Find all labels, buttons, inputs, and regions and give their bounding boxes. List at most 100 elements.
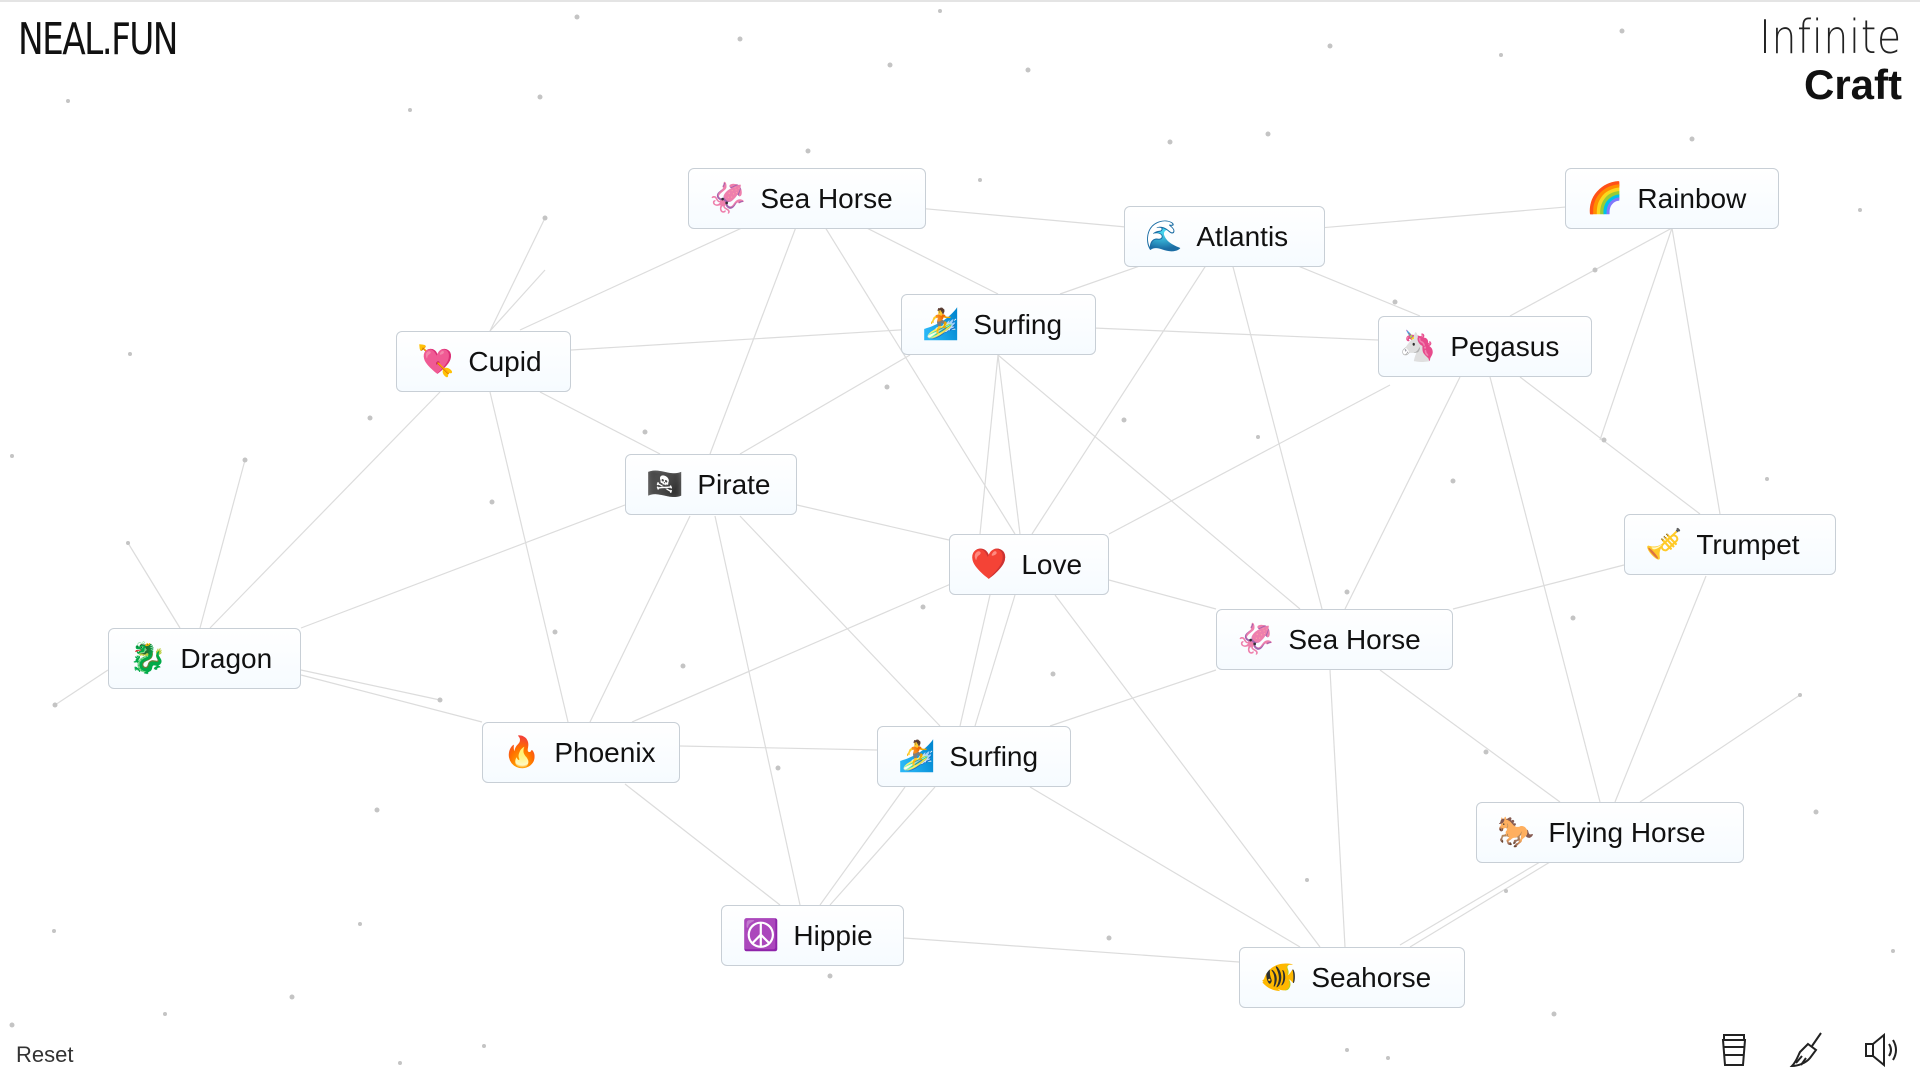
- dot: [1106, 935, 1112, 941]
- horse-icon: 🐎: [1497, 815, 1535, 849]
- dot: [10, 454, 14, 458]
- connection-line: [1409, 861, 1551, 948]
- connection-line: [997, 354, 1021, 535]
- connection-line: [1519, 376, 1701, 515]
- dot: [367, 415, 373, 421]
- reset-button[interactable]: Reset: [16, 1042, 73, 1068]
- dot: [542, 215, 548, 221]
- element-label: Pegasus: [1450, 330, 1560, 362]
- dot: [1765, 477, 1769, 481]
- connection-line: [974, 594, 1016, 727]
- element-label: Sea Horse: [1288, 623, 1421, 655]
- dot: [1858, 208, 1862, 212]
- broom-icon[interactable]: [1788, 1030, 1828, 1070]
- connection-line: [589, 515, 691, 723]
- connection-line: [54, 669, 109, 706]
- connection-line: [1224, 235, 1323, 610]
- connection-line: [1614, 575, 1707, 803]
- element-label: Trumpet: [1696, 528, 1800, 560]
- element-label: Surfing: [949, 740, 1039, 772]
- dot: [1619, 28, 1625, 34]
- element-tile-sea-horse[interactable]: 🦑 Sea Horse: [1216, 609, 1453, 670]
- neal-fun-logo[interactable]: NEAL.FUN: [18, 14, 178, 65]
- pirate-flag-icon: 🏴‍☠️: [646, 467, 684, 501]
- dot: [163, 1012, 167, 1016]
- dot: [920, 604, 926, 610]
- element-tile-rainbow[interactable]: 🌈 Rainbow: [1565, 168, 1779, 229]
- element-tile-surfing[interactable]: 🏄 Surfing: [877, 726, 1071, 787]
- dot: [52, 702, 58, 708]
- speaker-icon[interactable]: [1862, 1030, 1902, 1070]
- dot: [126, 541, 130, 545]
- connection-line: [127, 542, 181, 629]
- dot: [1798, 693, 1802, 697]
- element-tile-seahorse[interactable]: 🐠 Seahorse: [1239, 947, 1465, 1008]
- connection-line: [1671, 227, 1721, 515]
- title-line-infinite: Infinite: [1759, 10, 1902, 64]
- dot: [1601, 437, 1607, 443]
- connection-line: [1329, 669, 1346, 948]
- dot: [537, 94, 543, 100]
- fish-icon: 🐠: [1260, 960, 1298, 994]
- connection-line: [739, 515, 941, 727]
- dot: [289, 994, 295, 1000]
- dot: [242, 457, 248, 463]
- connection-line: [631, 579, 961, 723]
- element-label: Surfing: [973, 308, 1063, 340]
- element-tile-pegasus[interactable]: 🦄 Pegasus: [1378, 316, 1592, 377]
- connection-line: [300, 674, 483, 723]
- heart-arrow-icon: 💘: [417, 344, 455, 378]
- element-tile-hippie[interactable]: ☮️ Hippie: [721, 905, 904, 966]
- dot: [358, 922, 362, 926]
- dot: [489, 499, 495, 505]
- dot: [1483, 749, 1489, 755]
- connection-line: [1108, 384, 1391, 535]
- element-tile-love[interactable]: ❤️ Love: [949, 534, 1109, 595]
- connection-line: [796, 504, 950, 541]
- connection-line: [300, 504, 626, 629]
- surfer-icon: 🏄: [922, 307, 960, 341]
- dot: [1265, 131, 1271, 137]
- dot: [1499, 53, 1503, 57]
- coffee-cup-icon[interactable]: [1714, 1030, 1754, 1070]
- element-tile-phoenix[interactable]: 🔥 Phoenix: [482, 722, 680, 783]
- element-tile-cupid[interactable]: 💘 Cupid: [396, 331, 571, 392]
- element-tile-sea-horse[interactable]: 🦑 Sea Horse: [688, 168, 926, 229]
- dot: [1167, 139, 1173, 145]
- element-tile-trumpet[interactable]: 🎺 Trumpet: [1624, 514, 1836, 575]
- dot: [680, 663, 686, 669]
- dragon-icon: 🐉: [129, 641, 167, 675]
- dot: [66, 99, 70, 103]
- element-tile-flying-horse[interactable]: 🐎 Flying Horse: [1476, 802, 1744, 863]
- element-label: Hippie: [793, 919, 873, 951]
- bottom-toolbar: [1714, 1030, 1902, 1070]
- dot: [1345, 1048, 1349, 1052]
- connection-line: [1489, 376, 1601, 803]
- element-tile-surfing[interactable]: 🏄 Surfing: [901, 294, 1096, 355]
- connection-line: [300, 669, 441, 701]
- dot: [1327, 43, 1333, 49]
- element-tile-pirate[interactable]: 🏴‍☠️ Pirate: [625, 454, 797, 515]
- connection-line: [1108, 579, 1217, 610]
- connection-line: [819, 786, 906, 906]
- dot: [805, 148, 811, 154]
- element-label: Cupid: [468, 345, 542, 377]
- connection-line: [199, 459, 246, 629]
- connection-line: [714, 515, 801, 906]
- dot: [1450, 478, 1456, 484]
- dot: [1813, 809, 1819, 815]
- dot: [1256, 435, 1260, 439]
- connection-line: [624, 783, 781, 906]
- dot: [1592, 267, 1598, 273]
- connection-line: [959, 594, 991, 727]
- dot: [374, 807, 380, 813]
- rainbow-icon: 🌈: [1586, 181, 1624, 215]
- element-tile-atlantis[interactable]: 🌊 Atlantis: [1124, 206, 1325, 267]
- element-label: Rainbow: [1637, 182, 1747, 214]
- infinite-craft-title: Infinite Craft: [1734, 14, 1902, 106]
- trumpet-icon: 🎺: [1645, 527, 1683, 561]
- dot: [1025, 67, 1031, 73]
- surfer-icon: 🏄: [898, 739, 936, 773]
- element-tile-dragon[interactable]: 🐉 Dragon: [108, 628, 301, 689]
- connection-line: [1379, 669, 1561, 803]
